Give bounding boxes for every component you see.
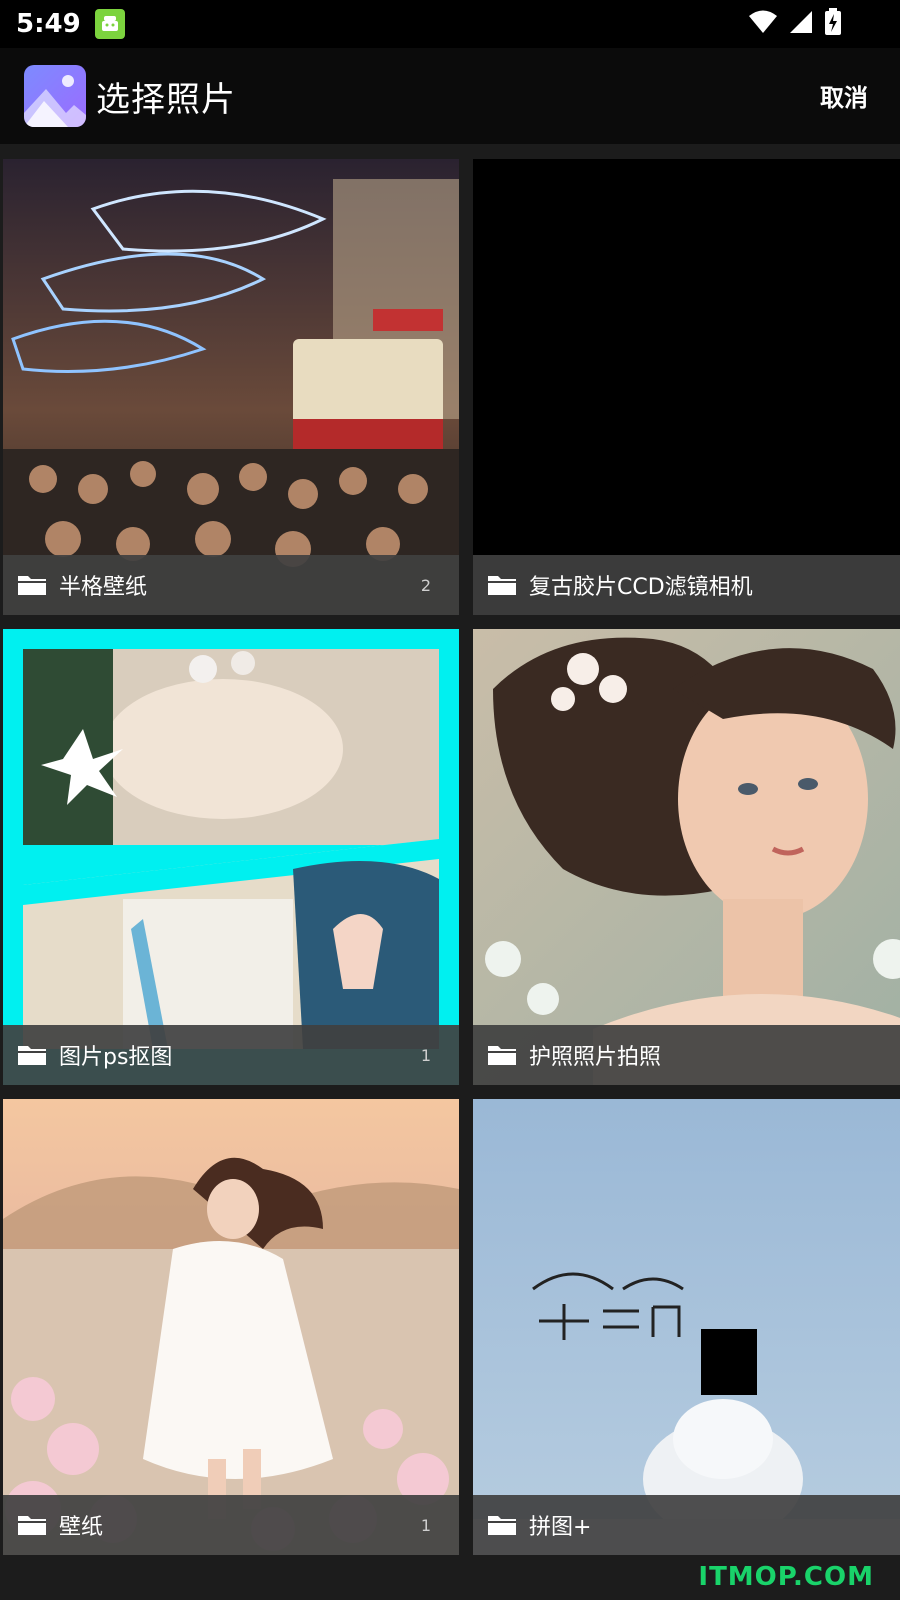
album-item[interactable]: 复古胶片CCD滤镜相机 xyxy=(473,159,900,615)
watermark: ITMOP.COM xyxy=(698,1562,874,1592)
page-title: 选择照片 xyxy=(96,79,236,120)
album-footer: 拼图+ xyxy=(473,1495,900,1555)
album-name: 半格壁纸 xyxy=(59,575,148,600)
album-thumbnail-empty xyxy=(473,159,900,615)
album-footer: 复古胶片CCD滤镜相机 xyxy=(473,555,900,615)
folder-icon xyxy=(488,576,516,595)
folder-icon xyxy=(488,1516,516,1535)
signal-icon xyxy=(788,9,814,39)
album-footer: 图片ps抠图 1 xyxy=(3,1025,459,1085)
album-name: 护照照片拍照 xyxy=(529,1045,662,1070)
wifi-icon xyxy=(748,9,778,39)
album-footer: 壁纸 1 xyxy=(3,1495,459,1555)
album-thumbnail-street-night xyxy=(3,159,459,615)
album-name: 拼图+ xyxy=(529,1515,592,1540)
folder-icon xyxy=(18,576,46,595)
cancel-button[interactable]: 取消 xyxy=(820,78,868,113)
album-footer: 护照照片拍照 xyxy=(473,1025,900,1085)
album-item[interactable]: 图片ps抠图 1 xyxy=(3,629,459,1085)
album-item[interactable]: 拼图+ xyxy=(473,1099,900,1555)
app-bar: 选择照片 取消 xyxy=(0,48,900,144)
album-name: 图片ps抠图 xyxy=(59,1045,173,1070)
album-item[interactable]: 半格壁纸 2 xyxy=(3,159,459,615)
album-item[interactable]: 壁纸 1 xyxy=(3,1099,459,1555)
gallery-icon xyxy=(24,65,86,127)
album-thumbnail-portrait xyxy=(473,629,900,1085)
album-name: 复古胶片CCD滤镜相机 xyxy=(529,575,753,600)
status-bar: 5:49 xyxy=(0,0,900,48)
status-time: 5:49 xyxy=(16,9,81,39)
album-count: 1 xyxy=(420,1045,431,1065)
album-name: 壁纸 xyxy=(59,1515,104,1540)
album-thumbnail-collage xyxy=(3,629,459,1085)
album-footer: 半格壁纸 2 xyxy=(3,555,459,615)
battery-charging-icon xyxy=(824,8,842,40)
folder-icon xyxy=(488,1046,516,1065)
album-thumbnail-flower-field xyxy=(3,1099,459,1555)
album-count: 2 xyxy=(420,575,431,595)
folder-icon xyxy=(18,1046,46,1065)
android-app-icon xyxy=(94,9,125,39)
album-count: 1 xyxy=(420,1515,431,1535)
folder-icon xyxy=(18,1516,46,1535)
status-icons xyxy=(748,8,842,40)
album-item[interactable]: 护照照片拍照 xyxy=(473,629,900,1085)
album-thumbnail-sky-tree xyxy=(473,1099,900,1555)
